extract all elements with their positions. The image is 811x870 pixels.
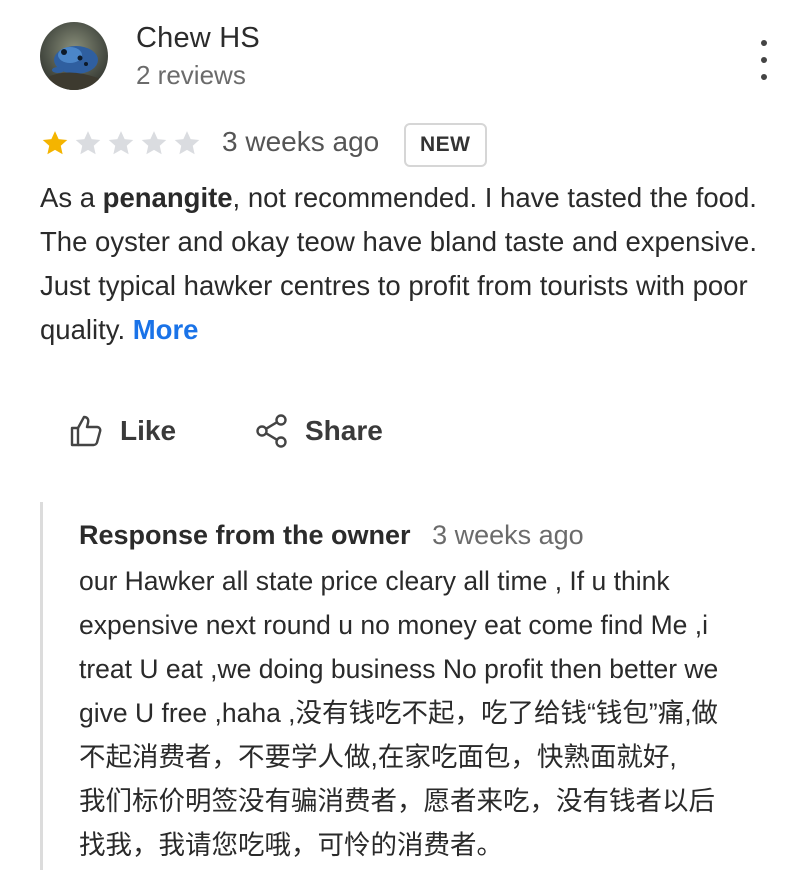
frog-photo-avatar-icon [40, 22, 108, 90]
review-text-prefix: As a [40, 182, 103, 213]
more-link[interactable]: More [133, 314, 199, 345]
owner-response: Response from the owner 3 weeks ago our … [40, 502, 803, 870]
star-empty-icon [75, 131, 101, 155]
star-filled-icon [42, 131, 68, 155]
owner-response-header: Response from the owner 3 weeks ago [79, 520, 584, 551]
owner-response-title: Response from the owner [79, 520, 411, 550]
owner-response-time: 3 weeks ago [432, 520, 584, 550]
new-badge: NEW [404, 123, 487, 167]
reviewer-name[interactable]: Chew HS [136, 22, 260, 55]
star-empty-icon [174, 131, 200, 155]
star-empty-icon [108, 131, 134, 155]
star-empty-icon [141, 131, 167, 155]
more-vert-icon[interactable] [752, 40, 776, 80]
reviewer-avatar[interactable] [40, 22, 108, 90]
review-text: As a penangite, not recommended. I have … [40, 176, 760, 352]
review-text-bold: penangite [102, 182, 233, 213]
owner-response-text: our Hawker all state price cleary all ti… [79, 566, 719, 860]
menu-dot [761, 40, 767, 46]
like-button[interactable]: Like [68, 408, 176, 454]
reviewer-review-count: 2 reviews [136, 60, 246, 90]
share-icon [256, 414, 287, 448]
menu-dot [761, 74, 767, 80]
menu-dot [761, 57, 767, 63]
review-card: Chew HS 2 reviews 3 weeks ago NEW As a p… [0, 0, 811, 870]
share-button[interactable]: Share [255, 408, 383, 454]
share-label: Share [305, 415, 383, 446]
like-label: Like [120, 415, 177, 446]
thumbs-up-icon [70, 415, 102, 447]
review-time: 3 weeks ago [222, 126, 380, 157]
star-rating [40, 128, 202, 158]
